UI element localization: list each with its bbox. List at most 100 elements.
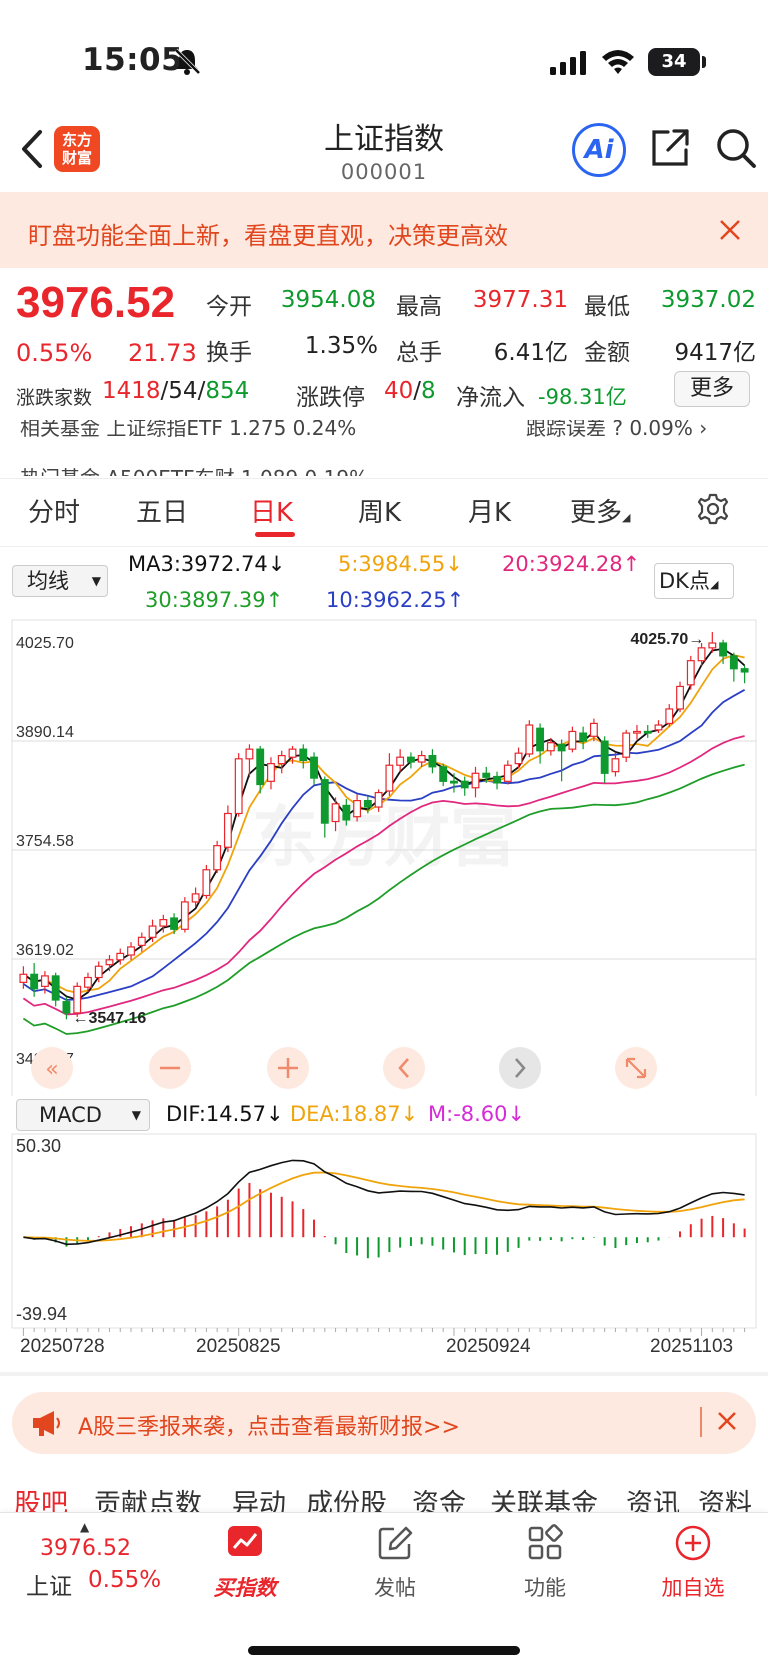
candle-down: [536, 727, 545, 752]
open-label: 今开: [206, 294, 252, 320]
candle-up: [94, 965, 103, 979]
dea-legend: DEA:18.87↓: [290, 1102, 419, 1126]
candle-up: [180, 901, 189, 930]
home-indicator: [248, 1646, 520, 1655]
ma3-legend: MA3:3972.74↓: [128, 552, 286, 576]
y-axis-label: 4025.70: [16, 635, 74, 652]
tracking-error-text: 跟踪误差 ? 0.09% ›: [526, 420, 708, 440]
candle-down: [439, 766, 448, 782]
candle-down: [450, 780, 458, 784]
tab-weekly-k[interactable]: 周K: [358, 492, 401, 529]
chevron-down-icon: ▼: [131, 1108, 141, 1122]
megaphone-icon: [33, 1411, 60, 1436]
share-icon[interactable]: [648, 126, 692, 170]
open-value: 3954.08: [280, 287, 376, 313]
ma-indicator-select[interactable]: 均线 ▼: [12, 565, 108, 597]
edit-post-icon[interactable]: [376, 1524, 414, 1562]
macd-indicator-select[interactable]: MACD ▼: [16, 1099, 150, 1131]
candle-down: [557, 743, 566, 752]
advancers-count: 1418: [102, 378, 161, 404]
candle-up: [223, 812, 232, 848]
related-fund-row[interactable]: 相关基金 上证综指ETF 1.275 0.24% 跟踪误差 ? 0.09% › …: [0, 420, 768, 476]
status-time: 15:05: [82, 42, 184, 78]
dk-point-select[interactable]: DK点◢: [654, 563, 734, 599]
grid-features-icon[interactable]: [526, 1524, 564, 1562]
dif-legend: DIF:14.57↓: [166, 1102, 284, 1126]
dk-select-label: DK点: [659, 569, 710, 593]
candle-up: [686, 660, 695, 686]
high-value: 3977.31: [472, 287, 568, 313]
nav-index-percent[interactable]: 0.55%: [88, 1567, 161, 1593]
active-tab-indicator: [255, 532, 295, 537]
divider: [0, 478, 768, 479]
candle-up: [654, 724, 663, 731]
nav-index-name[interactable]: 上证: [26, 1567, 72, 1601]
buy-index-button[interactable]: 买指数: [190, 1572, 300, 1602]
candle-down: [62, 1001, 71, 1014]
candle-down: [460, 780, 469, 789]
breadth-values: 1418/54/854: [102, 378, 249, 404]
candle-down: [299, 748, 308, 762]
ma20-legend: 20:3924.28↑: [502, 552, 641, 576]
candle-up: [234, 758, 243, 815]
add-watchlist-button[interactable]: 加自选: [638, 1572, 748, 1602]
close-icon[interactable]: [716, 1410, 738, 1432]
candle-up: [385, 764, 394, 792]
candle-up: [514, 752, 523, 765]
cellular-signal-icon: [550, 51, 586, 75]
earnings-notice-text[interactable]: A股三季报来袭，点击查看最新财报>>: [78, 1409, 460, 1441]
candle-up: [331, 803, 340, 823]
bell-muted-icon: [174, 48, 201, 75]
candle-up: [525, 724, 534, 755]
caret-up-icon: ▲: [80, 1520, 90, 1534]
candle-down: [342, 804, 351, 821]
tab-five-day[interactable]: 五日: [136, 492, 188, 529]
related-fund-text: 相关基金 上证综指ETF 1.275 0.24%: [20, 420, 357, 440]
candle-up: [288, 748, 297, 758]
post-button[interactable]: 发帖: [340, 1572, 450, 1602]
ai-assistant-button[interactable]: Ai: [572, 123, 626, 177]
candle-up: [127, 946, 135, 956]
candle-up: [191, 893, 200, 903]
gear-icon[interactable]: [696, 492, 730, 526]
candle-up: [374, 791, 383, 808]
scroll-right-button[interactable]: [499, 1047, 541, 1089]
macd-chart[interactable]: 50.30 -39.94: [0, 1130, 768, 1336]
promo-banner-text[interactable]: 盯盘功能全面上新，看盘更直观，决策更高效: [28, 216, 508, 251]
candle-up: [148, 925, 157, 938]
battery-tip: [702, 56, 706, 68]
tab-daily-k[interactable]: 日K: [250, 492, 293, 529]
candle-up: [697, 647, 706, 662]
candle-up: [40, 975, 49, 987]
chart-controls: «: [31, 1047, 657, 1089]
more-button[interactable]: 更多: [674, 371, 750, 407]
candle-down: [579, 732, 588, 742]
candle-down: [729, 655, 738, 670]
candle-up: [568, 730, 577, 750]
nav-index-price[interactable]: 3976.52: [40, 1536, 131, 1561]
ma-select-label: 均线: [27, 569, 69, 593]
candle-down: [428, 754, 437, 768]
decliners-count: 854: [205, 378, 250, 404]
turnover-value: 1.35%: [304, 333, 378, 359]
close-icon[interactable]: [718, 218, 742, 242]
candle-down: [363, 800, 372, 808]
candle-up: [396, 756, 405, 766]
macd-y-bottom-label: -39.94: [16, 1304, 67, 1324]
trend-chart-icon[interactable]: [226, 1524, 264, 1562]
tab-intraday[interactable]: 分时: [28, 492, 80, 529]
turnover-label: 换手: [206, 340, 252, 366]
candle-up: [622, 732, 631, 758]
candle-down: [740, 668, 749, 673]
candle-down: [310, 756, 318, 779]
candle-up: [503, 764, 512, 782]
tab-more[interactable]: 更多◢: [570, 492, 630, 529]
divider: [0, 546, 768, 547]
tab-more-label: 更多: [570, 498, 623, 528]
features-button[interactable]: 功能: [490, 1572, 600, 1602]
search-icon[interactable]: [714, 126, 758, 170]
kline-chart[interactable]: 东方财富 4025.703890.143754.583619.023483.47…: [0, 610, 768, 1096]
add-circle-icon[interactable]: [674, 1524, 712, 1562]
scroll-left-button[interactable]: [383, 1047, 425, 1089]
tab-monthly-k[interactable]: 月K: [468, 492, 511, 529]
